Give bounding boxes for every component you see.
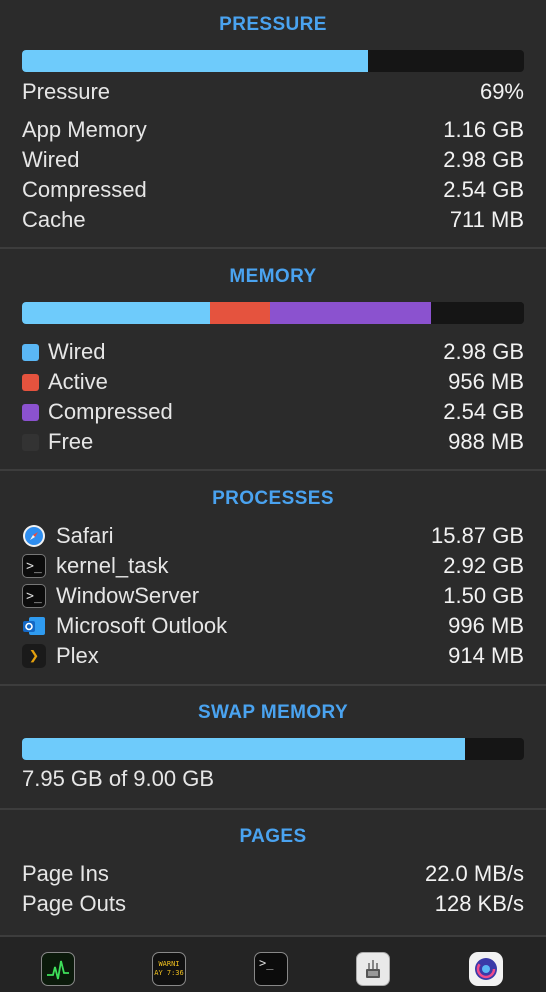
free-swatch: [22, 433, 39, 451]
memory-free-row: Free 988 MB: [22, 427, 524, 457]
istat-menus-icon[interactable]: [469, 952, 503, 986]
memory-compressed-row: Compressed 2.54 GB: [22, 397, 524, 427]
terminal-icon[interactable]: >_: [254, 952, 288, 986]
page-ins-label: Page Ins: [22, 861, 109, 886]
process-row[interactable]: ❯ Plex 914 MB: [22, 641, 524, 671]
page-outs-value: 128 KB/s: [434, 891, 524, 916]
memory-title: MEMORY: [229, 266, 317, 287]
console-icon-text-1: WARNI: [158, 960, 180, 968]
process-memory: 996 MB: [448, 613, 524, 638]
compressed-swatch: [22, 403, 39, 421]
terminal-icon: >_: [22, 584, 46, 608]
swap-title: SWAP MEMORY: [197, 702, 349, 723]
divider: [0, 684, 546, 686]
app-memory-row: App Memory 1.16 GB: [22, 115, 524, 145]
swap-usage-text: 7.95 GB of 9.00 GB: [22, 766, 215, 791]
pages-title: PAGES: [239, 826, 307, 847]
terminal-icon: >_: [22, 554, 46, 578]
compressed-value: 2.54 GB: [443, 177, 524, 202]
process-name: Safari: [56, 523, 114, 548]
memory-wired-value: 2.98 GB: [443, 339, 524, 364]
wired-label: Wired: [22, 147, 80, 172]
memory-compressed-label: Compressed: [48, 399, 173, 424]
wired-value: 2.98 GB: [443, 147, 524, 172]
active-swatch: [22, 373, 39, 391]
app-memory-value: 1.16 GB: [443, 117, 524, 142]
process-memory: 914 MB: [448, 643, 524, 668]
divider: [0, 247, 546, 249]
process-row[interactable]: Safari 15.87 GB: [22, 521, 524, 551]
process-name: WindowServer: [56, 583, 200, 608]
divider: [0, 469, 546, 471]
process-row[interactable]: Microsoft Outlook 996 MB: [22, 611, 524, 641]
memory-wired-label: Wired: [48, 339, 106, 364]
memory-free-value: 988 MB: [448, 429, 524, 454]
memory-active-label: Active: [48, 369, 108, 394]
plex-icon: ❯: [22, 644, 46, 668]
process-memory: 1.50 GB: [443, 583, 524, 608]
page-ins-value: 22.0 MB/s: [424, 861, 524, 886]
outlook-icon: [22, 614, 46, 638]
wired-swatch: [22, 343, 39, 361]
wired-row: Wired 2.98 GB: [22, 145, 524, 175]
memory-active-row: Active 956 MB: [22, 367, 524, 397]
cache-row: Cache 711 MB: [22, 205, 524, 235]
processes-title: PROCESSES: [212, 488, 334, 509]
activity-monitor-icon[interactable]: [41, 952, 75, 986]
memory-bar-free: [431, 302, 524, 324]
cache-label: Cache: [22, 207, 86, 232]
swap-bar: [22, 738, 524, 760]
page-outs-label: Page Outs: [22, 891, 126, 916]
compressed-row: Compressed 2.54 GB: [22, 175, 524, 205]
memory-bar: [22, 302, 524, 324]
pressure-row: Pressure 69%: [22, 77, 524, 107]
process-name: Plex: [56, 643, 99, 668]
memory-bar-wired: [22, 302, 211, 324]
swap-bar-fill: [22, 738, 466, 760]
safari-icon: [22, 524, 46, 548]
pressure-label: Pressure: [22, 79, 111, 104]
memory-active-value: 956 MB: [448, 369, 524, 394]
process-row[interactable]: >_ WindowServer 1.50 GB: [22, 581, 524, 611]
process-name: Microsoft Outlook: [56, 613, 228, 638]
memory-compressed-value: 2.54 GB: [443, 399, 524, 424]
process-row[interactable]: >_ kernel_task 2.92 GB: [22, 551, 524, 581]
process-name: kernel_task: [56, 553, 169, 578]
divider: [0, 808, 546, 810]
system-information-icon[interactable]: [356, 952, 390, 986]
page-outs-row: Page Outs 128 KB/s: [22, 889, 524, 919]
console-icon[interactable]: WARNI AY 7:36: [152, 952, 186, 986]
page-ins-row: Page Ins 22.0 MB/s: [22, 859, 524, 889]
console-icon-text-2: AY 7:36: [154, 969, 184, 977]
pressure-value: 69%: [479, 79, 524, 104]
pressure-bar-fill: [22, 50, 369, 72]
memory-free-label: Free: [48, 429, 94, 454]
pressure-title: PRESSURE: [219, 14, 327, 35]
footer-toolbar: WARNI AY 7:36 >_: [0, 935, 546, 992]
memory-bar-active: [210, 302, 271, 324]
memory-bar-compressed: [270, 302, 432, 324]
pressure-bar: [22, 50, 524, 72]
memory-wired-row: Wired 2.98 GB: [22, 337, 524, 367]
app-memory-label: App Memory: [22, 117, 147, 142]
process-memory: 15.87 GB: [431, 523, 524, 548]
cache-value: 711 MB: [449, 207, 524, 232]
compressed-label: Compressed: [22, 177, 147, 202]
process-memory: 2.92 GB: [443, 553, 524, 578]
